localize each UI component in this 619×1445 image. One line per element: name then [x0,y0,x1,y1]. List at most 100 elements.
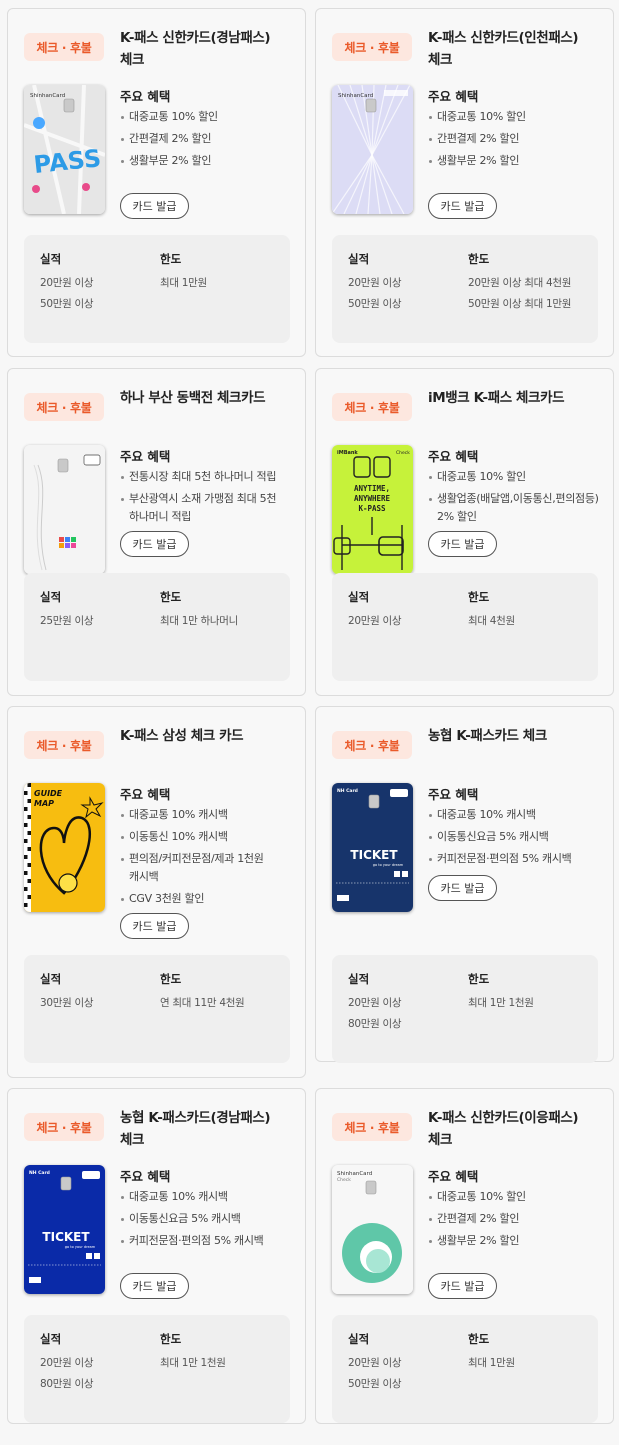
perf-value: 20만원 이상 [348,1357,402,1369]
benefits-heading: 주요 혜택 [428,89,479,104]
product-card[interactable]: 체크 · 후불 K-패스 신한카드(이응패스) 체크 ShinhanCard Ch… [315,1088,614,1424]
limit-value: 최대 1만 1천원 [160,1357,226,1369]
card-image[interactable]: ShinhanCard Check [332,1165,413,1294]
card-image[interactable]: ShinhanCard [332,85,413,214]
benefits-heading: 주요 혜택 [120,1169,171,1184]
benefits-list: 대중교통 10% 캐시백 이동통신요금 5% 캐시백 커피전문점·편의점 5% 캐시… [120,1188,296,1254]
performance-label: 실적 [40,590,62,604]
performance-values: 20만원 이상 50만원 이상 [348,1353,402,1395]
performance-values: 20만원 이상 80만원 이상 [40,1353,94,1395]
limit-value: 연 최대 11만 4천원 [160,997,245,1009]
svg-text:ANYTIME,: ANYTIME, [354,484,390,493]
stats-box: 실적 한도 20만원 이상 80만원 이상 최대 1만 1천원 [24,1315,290,1423]
svg-text:Check: Check [396,450,410,456]
type-badge: 체크 · 후불 [332,33,412,61]
limit-values: 최대 1만 1천원 [468,993,534,1014]
stats-box: 실적 한도 20만원 이상 50만원 이상 최대 1만원 [24,235,290,343]
benefit-item: 생활부문 2% 할인 [428,1232,604,1250]
product-card[interactable]: 체크 · 후불 하나 부산 동백전 체크카드 주요 혜택 전통시장 최대 5천 … [7,368,306,696]
apply-card-button[interactable]: 카드 발급 [428,1273,497,1299]
apply-card-button[interactable]: 카드 발급 [428,193,497,219]
benefit-item: 전통시장 최대 5천 하나머니 적립 [120,468,296,486]
stats-box: 실적 한도 20만원 이상 50만원 이상 20만원 이상 최대 4천원 50만원 … [332,235,598,343]
card-title[interactable]: K-패스 신한카드(이응패스) 체크 [428,1107,604,1151]
product-card[interactable]: 체크 · 후불 K-패스 신한카드(인천패스) 체크 ShinhanCard 주… [315,8,614,357]
limit-values: 최대 1만원 [468,1353,515,1374]
product-card[interactable]: 체크 · 후불 농협 K-패스카드(경남패스) 체크 NH Card TICKET… [7,1088,306,1424]
limit-label: 한도 [468,1332,490,1346]
performance-values: 20만원 이상 80만원 이상 [348,993,402,1035]
limit-label: 한도 [160,252,182,266]
limit-value: 최대 1만 하나머니 [160,615,238,627]
stats-box: 실적 한도 20만원 이상 최대 4천원 [332,573,598,681]
benefits-list: 대중교통 10% 할인 간편결제 2% 할인 생활부문 2% 할인 [428,1188,604,1254]
card-title[interactable]: K-패스 신한카드(경남패스) 체크 [120,27,296,71]
benefits-heading: 주요 혜택 [428,449,479,464]
apply-card-button[interactable]: 카드 발급 [428,875,497,901]
performance-values: 25만원 이상 [40,611,94,632]
card-title[interactable]: K-패스 삼성 체크 카드 [120,725,296,747]
perf-value: 50만원 이상 [40,298,94,310]
svg-text:ShinhanCard: ShinhanCard [30,93,65,99]
svg-text:NH Card: NH Card [337,788,358,794]
limit-value: 최대 4천원 [468,615,515,627]
card-image[interactable]: GUIDE MAP [24,783,105,912]
card-title[interactable]: 농협 K-패스카드(경남패스) 체크 [120,1107,296,1151]
limit-label: 한도 [468,972,490,986]
card-image[interactable]: ShinhanCard PASS [24,85,105,214]
benefit-item: 생활부문 2% 할인 [120,152,296,170]
limit-label: 한도 [468,252,490,266]
svg-text:K-PASS: K-PASS [358,504,386,513]
svg-text:Check: Check [337,1177,351,1183]
apply-card-button[interactable]: 카드 발급 [120,913,189,939]
performance-label: 실적 [348,1332,370,1346]
card-image[interactable] [24,445,105,574]
performance-label: 실적 [40,252,62,266]
card-title[interactable]: 하나 부산 동백전 체크카드 [120,387,296,409]
card-image[interactable]: iMBank Check ANYTIME, ANYWHERE K-PASS [332,445,413,574]
svg-text:ShinhanCard: ShinhanCard [337,1171,372,1177]
benefits-heading: 주요 혜택 [428,1169,479,1184]
benefits-list: 대중교통 10% 할인 생활업종(배달앱,이동통신,편의점등) 2% 할인 [428,468,604,530]
card-title[interactable]: 농협 K-패스카드 체크 [428,725,604,747]
limit-value: 20만원 이상 최대 4천원 [468,277,572,289]
type-badge: 체크 · 후불 [24,731,104,759]
perf-value: 20만원 이상 [348,615,402,627]
perf-value: 30만원 이상 [40,997,94,1009]
perf-value: 20만원 이상 [40,277,94,289]
benefit-item: 대중교통 10% 할인 [120,108,296,126]
card-title[interactable]: K-패스 신한카드(인천패스) 체크 [428,27,604,71]
benefits-heading: 주요 혜택 [428,787,479,802]
card-title[interactable]: iM뱅크 K-패스 체크카드 [428,387,604,409]
product-card[interactable]: 체크 · 후불 K-패스 신한카드(경남패스) 체크 ShinhanCard PA… [7,8,306,357]
benefit-item: 대중교통 10% 할인 [428,468,604,486]
performance-label: 실적 [40,972,62,986]
svg-text:MAP: MAP [34,799,54,808]
performance-label: 실적 [348,972,370,986]
apply-card-button[interactable]: 카드 발급 [120,531,189,557]
limit-values: 최대 4천원 [468,611,515,632]
perf-value: 80만원 이상 [348,1018,402,1030]
apply-card-button[interactable]: 카드 발급 [120,1273,189,1299]
perf-value: 20만원 이상 [40,1357,94,1369]
perf-value: 80만원 이상 [40,1378,94,1390]
benefits-heading: 주요 혜택 [120,89,171,104]
benefit-item: 대중교통 10% 캐시백 [428,806,604,824]
card-image[interactable]: NH Card TICKET go to your dream [24,1165,105,1294]
svg-text:go to your dream: go to your dream [373,863,404,867]
card-image[interactable]: NH Card TICKET go to your dream [332,783,413,912]
svg-text:NH Card: NH Card [29,1170,50,1176]
performance-label: 실적 [40,1332,62,1346]
product-card[interactable]: 체크 · 후불 K-패스 삼성 체크 카드 GUIDE MAP 주요 혜택 대중교… [7,706,306,1078]
limit-label: 한도 [468,590,490,604]
limit-label: 한도 [160,590,182,604]
type-badge: 체크 · 후불 [332,393,412,421]
benefit-item: 이동통신요금 5% 캐시백 [120,1210,296,1228]
type-badge: 체크 · 후불 [332,731,412,759]
product-card[interactable]: 체크 · 후불 농협 K-패스카드 체크 NH Card TICKET go to … [315,706,614,1063]
performance-values: 30만원 이상 [40,993,94,1014]
product-card[interactable]: 체크 · 후불 iM뱅크 K-패스 체크카드 iMBank Check ANYTIM… [315,368,614,696]
apply-card-button[interactable]: 카드 발급 [428,531,497,557]
apply-card-button[interactable]: 카드 발급 [120,193,189,219]
svg-text:GUIDE: GUIDE [34,789,63,798]
